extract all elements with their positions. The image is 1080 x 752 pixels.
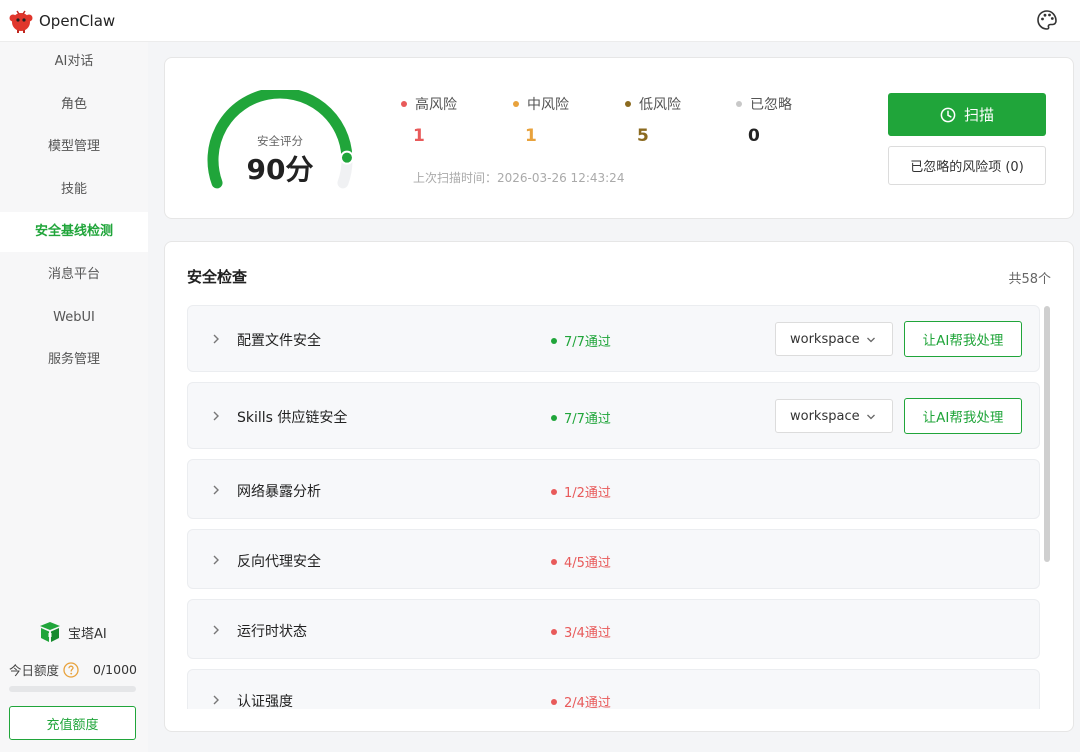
check-row-auth-strength[interactable]: 认证强度 2/4通过 [187, 669, 1040, 709]
check-row-network-exposure[interactable]: 网络暴露分析 1/2通过 [187, 459, 1040, 519]
workspace-select-value: workspace [790, 331, 860, 347]
check-row-status: 7/7通过 [551, 331, 611, 350]
risk-low-dot [625, 101, 631, 107]
app-logo[interactable]: OpenClaw [8, 8, 115, 34]
risk-low-count: 5 [637, 126, 649, 146]
check-row-status-text: 3/4通过 [564, 626, 611, 641]
security-checks-card: 安全检查 共58个 配置文件安全 7/7通过 workspace 让AI帮我处理… [164, 241, 1074, 732]
chevron-right-icon[interactable] [210, 554, 222, 566]
risk-high: 高风险 1 [401, 94, 457, 146]
brand-label: 宝塔AI [68, 626, 107, 642]
chevron-right-icon[interactable] [210, 484, 222, 496]
check-row-name: 认证强度 [237, 694, 293, 709]
chevron-right-icon[interactable] [210, 624, 222, 636]
check-row-reverse-proxy[interactable]: 反向代理安全 4/5通过 [187, 529, 1040, 589]
risk-low: 低风险 5 [625, 94, 681, 146]
sidebar-item-webui[interactable]: WebUI [0, 298, 148, 338]
security-score-card: 安全评分 90分 高风险 1 中风险 1 低风险 5 已忽略 0 上次扫描时间：… [164, 57, 1074, 219]
risk-high-dot [401, 101, 407, 107]
checks-title: 安全检查 [187, 268, 248, 286]
risk-medium-dot [513, 101, 519, 107]
checks-list: 配置文件安全 7/7通过 workspace 让AI帮我处理 Skills 供应… [187, 305, 1040, 709]
chevron-down-icon [867, 414, 875, 420]
scan-button-label: 扫描 [963, 106, 994, 124]
chevron-right-icon[interactable] [210, 333, 222, 345]
check-row-status-text: 1/2通过 [564, 486, 611, 501]
check-row-skills-supply-chain[interactable]: Skills 供应链安全 7/7通过 workspace 让AI帮我处理 [187, 382, 1040, 449]
status-dot [551, 414, 557, 421]
chevron-down-icon [867, 337, 875, 343]
risk-medium-label: 中风险 [527, 97, 569, 113]
sidebar: AI对话 角色 模型管理 技能 安全基线检测 消息平台 WebUI 服务管理 宝… [0, 42, 148, 752]
risk-ignored-label: 已忽略 [750, 97, 792, 113]
check-row-status: 2/4通过 [551, 692, 611, 709]
ai-fix-button[interactable]: 让AI帮我处理 [904, 398, 1022, 434]
check-row-status-text: 7/7通过 [564, 335, 611, 350]
status-dot [551, 337, 557, 344]
risk-high-count: 1 [413, 126, 425, 146]
ai-fix-button[interactable]: 让AI帮我处理 [904, 321, 1022, 357]
check-row-status: 4/5通过 [551, 552, 611, 571]
sidebar-item-models[interactable]: 模型管理 [0, 127, 148, 167]
quota-progress-bar [9, 686, 136, 692]
clock-icon [940, 107, 956, 122]
risk-low-label: 低风险 [639, 97, 681, 113]
last-scan-time: 上次扫描时间：2026-03-26 12:43:24 [413, 171, 625, 185]
check-row-status: 7/7通过 [551, 408, 611, 427]
check-row-name: 运行时状态 [237, 624, 307, 640]
check-row-name: 网络暴露分析 [237, 484, 321, 500]
check-row-status: 1/2通过 [551, 482, 611, 501]
workspace-select-value: workspace [790, 408, 860, 424]
check-row-name: 反向代理安全 [237, 554, 321, 570]
risk-medium-count: 1 [525, 126, 537, 146]
sidebar-item-roles[interactable]: 角色 [0, 85, 148, 125]
checks-total: 共58个 [1008, 272, 1051, 287]
check-row-status-text: 4/5通过 [564, 556, 611, 571]
palette-icon[interactable] [1036, 9, 1058, 31]
sidebar-item-ai-chat[interactable]: AI对话 [0, 42, 148, 82]
status-dot [551, 488, 557, 495]
quota-row: 今日额度 0/1000 [9, 660, 137, 679]
check-row-config-files[interactable]: 配置文件安全 7/7通过 workspace 让AI帮我处理 [187, 305, 1040, 372]
ignored-risks-button[interactable]: 已忽略的风险项 (0) [888, 146, 1046, 185]
check-row-name: 配置文件安全 [237, 333, 321, 349]
help-icon[interactable] [63, 661, 79, 678]
risk-medium: 中风险 1 [513, 94, 569, 146]
check-row-status-text: 2/4通过 [564, 696, 611, 709]
risk-ignored: 已忽略 0 [736, 94, 792, 146]
scan-button[interactable]: 扫描 [888, 93, 1046, 136]
score-value: 90分 [246, 153, 314, 186]
sidebar-item-security-baseline[interactable]: 安全基线检测 [0, 212, 148, 252]
check-row-status: 3/4通过 [551, 622, 611, 641]
app-title: OpenClaw [39, 11, 116, 30]
status-dot [551, 628, 557, 635]
chevron-right-icon[interactable] [210, 694, 222, 706]
check-row-runtime-status[interactable]: 运行时状态 3/4通过 [187, 599, 1040, 659]
workspace-select[interactable]: workspace [775, 322, 893, 356]
score-label: 安全评分 [257, 134, 303, 148]
top-bar: OpenClaw [0, 0, 1080, 42]
quota-label: 今日额度 [9, 663, 60, 678]
workspace-select[interactable]: workspace [775, 399, 893, 433]
risk-ignored-dot [736, 101, 742, 107]
check-row-name: Skills 供应链安全 [237, 410, 348, 426]
status-dot [551, 698, 557, 705]
sidebar-item-service-management[interactable]: 服务管理 [0, 340, 148, 380]
sidebar-item-messaging[interactable]: 消息平台 [0, 255, 148, 295]
check-row-status-text: 7/7通过 [564, 412, 611, 427]
chevron-right-icon[interactable] [210, 410, 222, 422]
quota-value: 0/1000 [93, 662, 137, 677]
openclaw-logo-icon [9, 10, 33, 33]
sidebar-item-skills[interactable]: 技能 [0, 170, 148, 210]
baota-logo-icon [40, 622, 60, 642]
checks-scrollbar[interactable] [1044, 306, 1050, 562]
recharge-button[interactable]: 充值额度 [9, 706, 136, 740]
status-dot [551, 558, 557, 565]
risk-high-label: 高风险 [415, 97, 457, 113]
brand: 宝塔AI [38, 620, 107, 644]
risk-ignored-count: 0 [748, 126, 760, 146]
